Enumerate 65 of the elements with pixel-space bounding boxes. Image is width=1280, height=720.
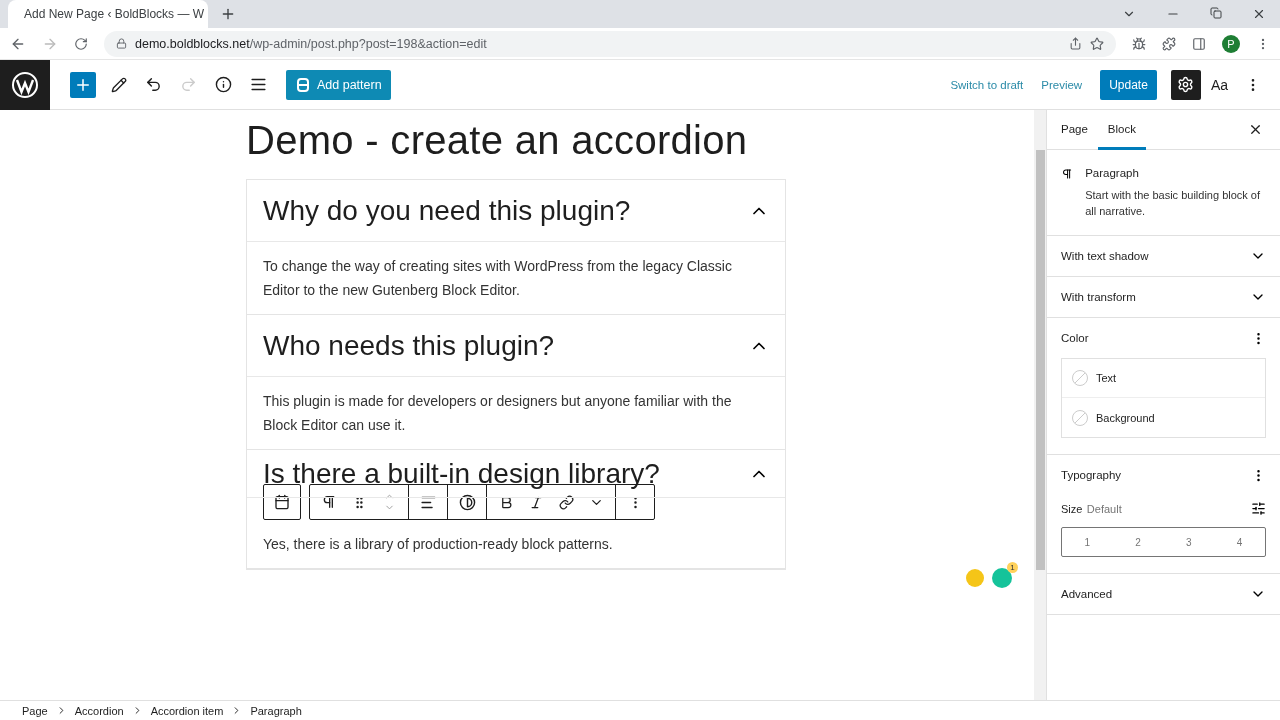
preview-button[interactable]: Preview <box>1041 78 1083 91</box>
panel-header[interactable]: Advanced <box>1061 574 1266 614</box>
sidebar-tab[interactable]: Page <box>1051 110 1098 150</box>
bug-icon[interactable] <box>1132 36 1146 51</box>
gear-icon <box>1177 76 1195 93</box>
accordion-body-text[interactable]: Yes, there is a library of production-ready block patterns. <box>247 520 785 569</box>
extensions-icon[interactable] <box>1162 36 1176 51</box>
profile-avatar[interactable]: P <box>1222 34 1240 53</box>
wordpress-logo[interactable] <box>0 59 50 110</box>
star-icon <box>1090 36 1104 51</box>
panel-header[interactable]: With text shadow <box>1061 236 1266 276</box>
empty-swatch-icon <box>1072 409 1088 426</box>
restore-icon[interactable] <box>1210 7 1222 19</box>
notification-count: 1 <box>1007 562 1018 573</box>
size-label: Size <box>1061 503 1083 515</box>
panel-title: Typography <box>1061 469 1122 481</box>
calendar-icon <box>274 494 290 510</box>
post-title[interactable]: Demo - create an accordion <box>246 118 1034 163</box>
color-option[interactable]: Background <box>1062 398 1265 437</box>
panel-header[interactable]: With transform <box>1061 277 1266 317</box>
select-parent-button[interactable] <box>263 484 301 520</box>
tab-title: Add New Page ‹ BoldBlocks — W <box>24 7 205 21</box>
color-option[interactable]: Text <box>1062 359 1265 398</box>
sidebar-tab[interactable]: Block <box>1097 110 1146 150</box>
panel-title: Color <box>1061 332 1089 344</box>
accordion-body-text[interactable]: This plugin is made for developers or designers but anyone familiar with the Block Editor can use it. <box>247 377 785 450</box>
accordion-heading[interactable]: Who needs this plugin? <box>247 315 785 377</box>
switch-to-draft-button[interactable]: Switch to draft <box>950 78 1024 91</box>
add-block-button[interactable] <box>70 71 96 98</box>
browser-tab[interactable]: Add New Page ‹ BoldBlocks — W <box>8 0 208 28</box>
size-option[interactable]: 1 <box>1062 528 1113 556</box>
add-pattern-button[interactable]: Add pattern <box>286 69 391 100</box>
settings-button[interactable] <box>1170 69 1201 100</box>
heading-text: Who needs this plugin? <box>263 329 555 362</box>
paragraph-icon <box>1061 166 1074 182</box>
close-icon[interactable] <box>1252 7 1266 21</box>
panel-title: With transform <box>1061 291 1136 303</box>
heading-text: Is there a built-in design library? <box>263 457 660 490</box>
heading-text: Why do you need this plugin? <box>263 194 631 227</box>
size-option[interactable]: 3 <box>1163 528 1215 556</box>
breadcrumb-link[interactable]: Paragraph <box>250 704 302 717</box>
url-text: demo.boldblocks.net/wp-admin/post.php?post=198&action=edit <box>135 36 487 51</box>
side-panel-icon[interactable] <box>1192 36 1206 51</box>
update-button[interactable]: Update <box>1100 69 1157 100</box>
block-name: Paragraph <box>1085 167 1140 179</box>
block-description: Start with the basic building block of all narrative. <box>1085 188 1262 219</box>
breadcrumb-link[interactable]: Page <box>22 704 48 717</box>
size-option[interactable]: 2 <box>1112 528 1164 556</box>
share-icon <box>1069 37 1082 50</box>
styles-button[interactable]: Aa <box>1210 76 1228 93</box>
reload-icon[interactable] <box>74 36 88 51</box>
new-tab-icon[interactable] <box>220 6 236 22</box>
address-bar[interactable]: demo.boldblocks.net/wp-admin/post.php?post=198&action=edit <box>104 30 1116 57</box>
panel-title: Advanced <box>1061 588 1113 600</box>
accordion-body-text[interactable]: To change the way of creating sites with WordPress from the legacy Classic Editor to the new Gutenberg Block Editor. <box>247 242 785 315</box>
pattern-logo-icon <box>295 76 311 93</box>
lock-icon <box>116 38 127 49</box>
empty-swatch-icon <box>1072 370 1088 386</box>
size-value: Default <box>1086 503 1122 515</box>
custom-size-icon[interactable] <box>1251 500 1266 516</box>
breadcrumb-link[interactable]: Accordion item <box>150 704 224 717</box>
size-option[interactable]: 4 <box>1214 528 1265 556</box>
accordion-heading[interactable]: Why do you need this plugin? <box>247 180 785 242</box>
breadcrumb-link[interactable]: Accordion <box>74 704 124 717</box>
panel-title: With text shadow <box>1061 250 1149 262</box>
